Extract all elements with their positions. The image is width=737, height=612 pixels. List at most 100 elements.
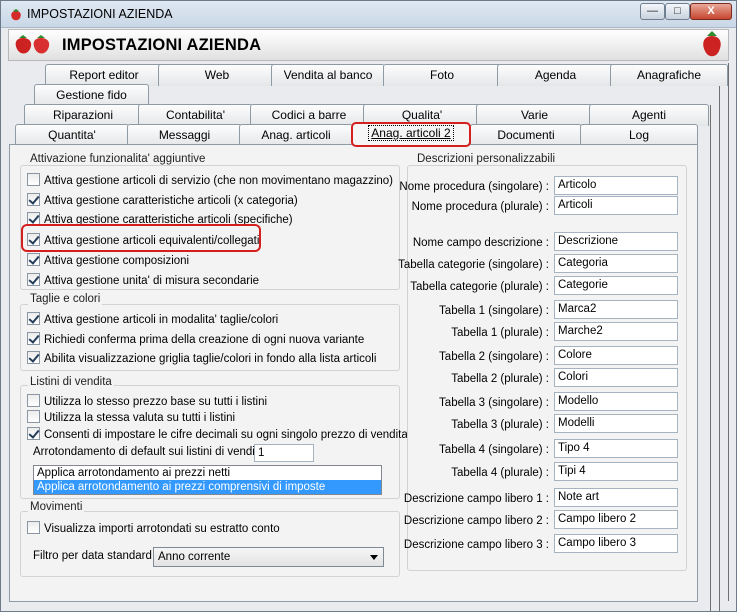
filter-label: Filtro per data standard : [33,550,159,562]
checkbox-box[interactable] [27,253,40,266]
field-label: Tabella 2 (singolare) : [439,351,549,363]
checkbox-box[interactable] [27,521,40,534]
field-tabella2-plurale[interactable]: Colori [554,368,678,387]
page-edge [710,105,711,611]
field-tabella1-plurale[interactable]: Marche2 [554,322,678,341]
tab-vendita-al-banco[interactable]: Vendita al banco [271,64,385,86]
rounding-input[interactable]: 1 [254,444,314,462]
checkbox-stessa-valuta[interactable]: Utilizza la stessa valuta su tutti i lis… [27,410,235,426]
header-banner: IMPOSTAZIONI AZIENDA [8,29,729,61]
filter-date-select[interactable]: Anno corrente [153,547,384,567]
checkbox-box[interactable] [27,394,40,407]
strawberries-logo-icon [15,35,50,54]
field-nome-campo-descrizione[interactable]: Descrizione [554,232,678,251]
field-label: Tabella 4 (singolare) : [439,444,549,456]
group-movimenti-title: Movimenti [28,501,85,513]
tab-riparazioni[interactable]: Riparazioni [24,104,142,126]
highlight-box [21,224,261,252]
field-nome-procedura-plurale[interactable]: Articoli [554,196,678,215]
field-label: Tabella 4 (plurale) : [451,467,549,479]
field-campo-libero-3[interactable]: Campo libero 3 [554,534,678,553]
tab-report-editor[interactable]: Report editor [45,64,163,86]
checkbox-box[interactable] [27,193,40,206]
checkbox-label: Visualizza importi arrotondati su estrat… [44,523,280,535]
field-campo-libero-1[interactable]: Note art [554,488,678,507]
checkbox-box[interactable] [27,332,40,345]
tab-contabilita[interactable]: Contabilita' [138,104,253,126]
field-tabella2-singolare[interactable]: Colore [554,346,678,365]
field-label: Nome procedura (singolare) : [399,181,549,193]
checkbox-articoli-servizio[interactable]: Attiva gestione articoli di servizio (ch… [27,173,393,189]
field-tabella1-singolare[interactable]: Marca2 [554,300,678,319]
field-label: Tabella 2 (plurale) : [451,373,549,385]
field-label: Tabella 1 (singolare) : [439,305,549,317]
tab-codici-a-barre[interactable]: Codici a barre [250,104,368,126]
tab-documenti[interactable]: Documenti [470,124,582,146]
tab-web[interactable]: Web [158,64,276,86]
checkbox-label: Consenti di impostare le cifre decimali … [44,429,408,441]
field-campo-libero-2[interactable]: Campo libero 2 [554,510,678,529]
field-label: Tabella 3 (plurale) : [451,419,549,431]
field-label: Tabella categorie (singolare) : [398,259,549,271]
checkbox-label: Utilizza la stessa valuta su tutti i lis… [44,412,236,424]
field-categorie-plurale[interactable]: Categorie [554,276,678,295]
field-tabella3-plurale[interactable]: Modelli [554,414,678,433]
field-label: Nome procedura (plurale) : [411,201,549,213]
rounding-option-imposte[interactable]: Applica arrotondamento ai prezzi compren… [34,480,381,494]
minimize-button[interactable]: — [640,3,665,20]
checkbox-box[interactable] [27,173,40,186]
field-label: Descrizione campo libero 1 : [403,493,549,505]
filter-date-value: Anno corrente [158,551,231,563]
rounding-mode-list[interactable]: Applica arrotondamento ai prezzi netti A… [33,465,382,495]
tab-messaggi[interactable]: Messaggi [127,124,242,146]
checkbox-box[interactable] [27,351,40,364]
tab-varie[interactable]: Varie [476,104,593,126]
checkbox-label: Attiva gestione unita' di misura seconda… [44,275,260,287]
checkbox-label: Abilita visualizzazione griglia taglie/c… [44,353,377,365]
maximize-button[interactable]: □ [665,3,690,20]
tab-anag-articoli-2[interactable]: Anag. articoli 2 [351,122,471,147]
group-listini-title: Listini di vendita [28,376,114,388]
close-button[interactable]: X [690,3,732,20]
checkbox-label: Richiedi conferma prima della creazione … [44,334,365,346]
tab-agenti[interactable]: Agenti [589,104,709,126]
tab-anagrafiche[interactable]: Anagrafiche [610,64,728,86]
tab-foto[interactable]: Foto [383,64,501,86]
checkbox-griglia-taglie[interactable]: Abilita visualizzazione griglia taglie/c… [27,351,376,367]
tab-gestione-fido[interactable]: Gestione fido [34,84,149,106]
checkbox-importi-arrotondati[interactable]: Visualizza importi arrotondati su estrat… [27,521,280,537]
tab-quantita[interactable]: Quantita' [15,124,129,146]
field-tabella4-singolare[interactable]: Tipo 4 [554,439,678,458]
checkbox-box[interactable] [27,312,40,325]
field-label: Descrizione campo libero 2 : [403,515,549,527]
field-label: Tabella categorie (plurale) : [410,281,549,293]
tab-log[interactable]: Log [580,124,698,146]
tab-agenda[interactable]: Agenda [497,64,614,86]
checkbox-label: Attiva gestione composizioni [44,255,190,267]
header-title: IMPOSTAZIONI AZIENDA [62,36,262,54]
tab-anag-articoli[interactable]: Anag. articoli [239,124,353,146]
strawberry-icon [11,9,21,21]
checkbox-box[interactable] [27,427,40,440]
checkbox-label: Attiva gestione articoli di servizio (ch… [44,175,393,187]
chevron-down-icon[interactable] [370,555,378,560]
field-tabella4-plurale[interactable]: Tipi 4 [554,462,678,481]
checkbox-caratteristiche-categoria[interactable]: Attiva gestione caratteristiche articoli… [27,193,298,209]
checkbox-taglie-colori[interactable]: Attiva gestione articoli in modalita' ta… [27,312,278,328]
page-edge [719,85,720,611]
checkbox-box[interactable] [27,410,40,423]
checkbox-composizioni[interactable]: Attiva gestione composizioni [27,253,189,269]
field-categorie-singolare[interactable]: Categoria [554,254,678,273]
field-tabella3-singolare[interactable]: Modello [554,392,678,411]
checkbox-conferma-variante[interactable]: Richiedi conferma prima della creazione … [27,332,364,348]
checkbox-cifre-decimali[interactable]: Consenti di impostare le cifre decimali … [27,427,408,443]
field-nome-procedura-singolare[interactable]: Articolo [554,176,678,195]
title-bar[interactable]: IMPOSTAZIONI AZIENDA — □ X [1,1,736,28]
checkbox-box[interactable] [27,273,40,286]
checkbox-stesso-prezzo-base[interactable]: Utilizza lo stesso prezzo base su tutti … [27,394,267,410]
window-title: IMPOSTAZIONI AZIENDA [27,7,173,21]
checkbox-unita-misura-secondarie[interactable]: Attiva gestione unita' di misura seconda… [27,273,259,289]
rounding-option-netti[interactable]: Applica arrotondamento ai prezzi netti [34,466,381,480]
checkbox-label: Attiva gestione caratteristiche articoli… [44,195,298,207]
field-label: Nome campo descrizione : [412,237,549,249]
